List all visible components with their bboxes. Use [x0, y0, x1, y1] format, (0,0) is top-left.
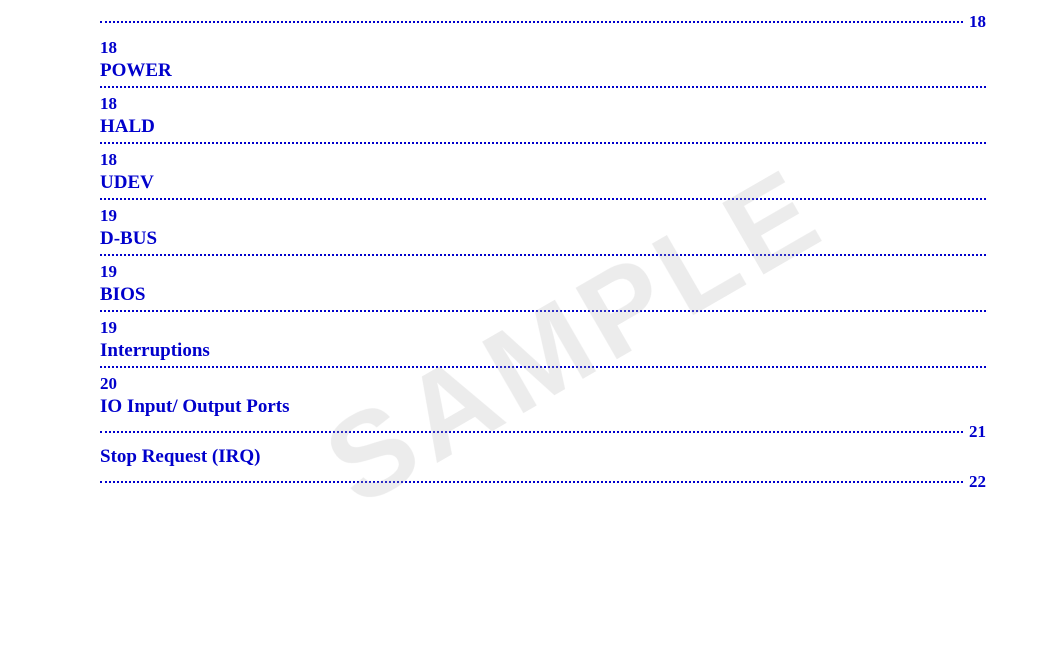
page-number-power[interactable]: 18: [100, 38, 986, 58]
dots-separator-udev: [100, 198, 986, 200]
toc-container: 18 18 POWER 18 HALD 18 UDEV 19 D-BUS 19 …: [0, 0, 1046, 504]
dots: [100, 21, 963, 23]
toc-link-power[interactable]: POWER: [100, 60, 986, 82]
dots-separator-dbus: [100, 254, 986, 256]
dots-separator-power: [100, 86, 986, 88]
toc-link-hald[interactable]: HALD: [100, 116, 986, 138]
toc-link-io[interactable]: IO Input/ Output Ports: [100, 396, 986, 418]
toc-link-stop-request[interactable]: Stop Request (IRQ): [100, 446, 986, 468]
toc-entry-power: 18 POWER: [100, 38, 986, 88]
toc-entry-hald: 18 HALD: [100, 94, 986, 144]
dots: [100, 431, 963, 433]
page-number-interruptions[interactable]: 19: [100, 318, 986, 338]
toc-link-interruptions[interactable]: Interruptions: [100, 340, 986, 362]
page-number-hald[interactable]: 18: [100, 94, 986, 114]
toc-entry-stop-request: Stop Request (IRQ): [100, 446, 986, 468]
dots-separator-stop-request-top: 21: [100, 422, 986, 442]
toc-entry-bios: 19 BIOS: [100, 262, 986, 312]
toc-link-dbus[interactable]: D-BUS: [100, 228, 986, 250]
page-number-dbus[interactable]: 19: [100, 206, 986, 226]
dots-separator-bottom: 22: [100, 472, 986, 492]
page-ref-21[interactable]: 21: [969, 422, 986, 442]
toc-link-bios[interactable]: BIOS: [100, 284, 986, 306]
page-number-io[interactable]: 20: [100, 374, 986, 394]
toc-entry-dbus: 19 D-BUS: [100, 206, 986, 256]
dots-separator-top: 18: [100, 12, 986, 32]
dots: [100, 481, 963, 483]
toc-link-udev[interactable]: UDEV: [100, 172, 986, 194]
toc-entry-interruptions: 19 Interruptions: [100, 318, 986, 368]
toc-entry-udev: 18 UDEV: [100, 150, 986, 200]
dots-separator-bios: [100, 310, 986, 312]
page-ref-top[interactable]: 18: [969, 12, 986, 32]
toc-entry-io: 20 IO Input/ Output Ports: [100, 374, 986, 418]
page-number-udev[interactable]: 18: [100, 150, 986, 170]
dots-separator-interruptions: [100, 366, 986, 368]
page-ref-22[interactable]: 22: [969, 472, 986, 492]
page-number-bios[interactable]: 19: [100, 262, 986, 282]
dots-separator-hald: [100, 142, 986, 144]
